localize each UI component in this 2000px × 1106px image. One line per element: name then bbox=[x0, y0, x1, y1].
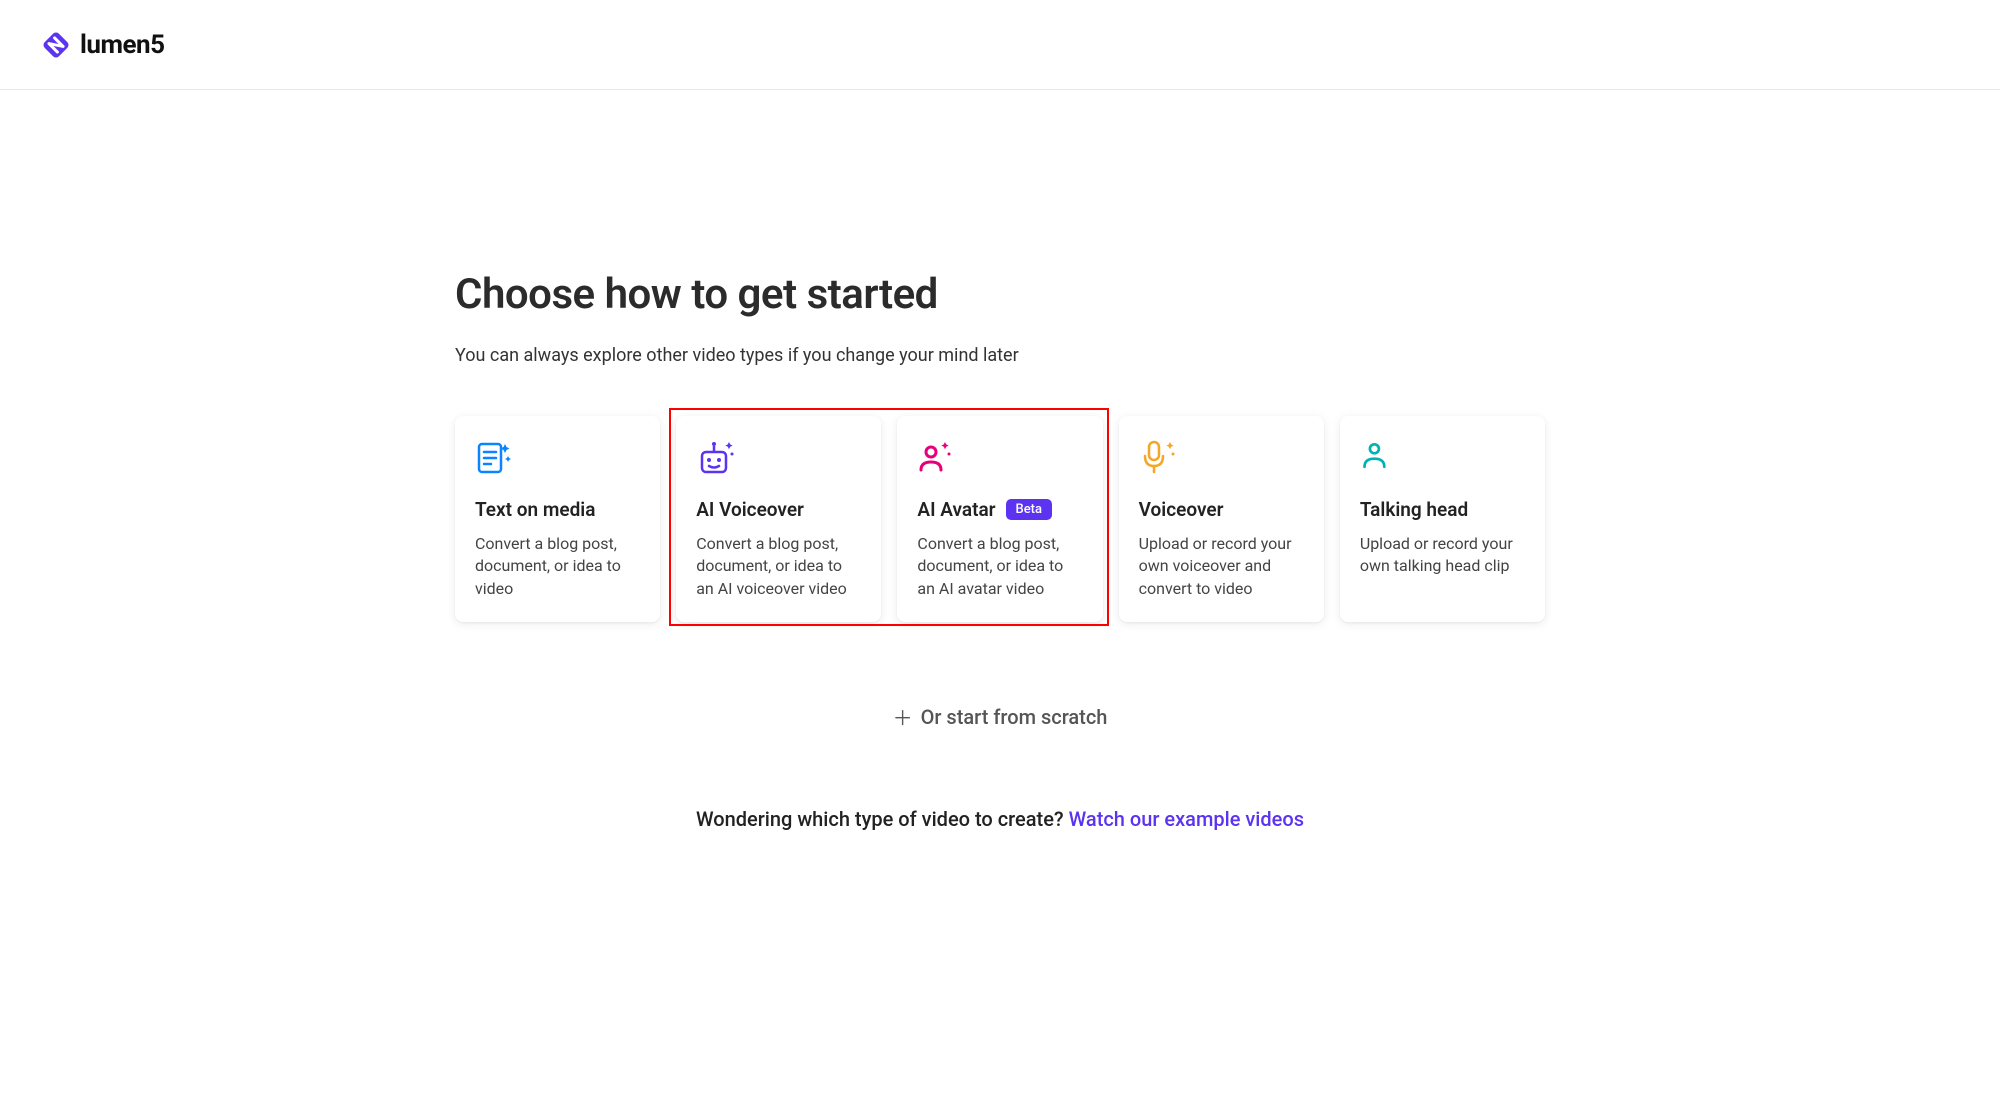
card-title: AI Voiceover bbox=[696, 498, 804, 521]
cards-row: Text on media Convert a blog post, docum… bbox=[455, 416, 1545, 622]
start-from-scratch-label: Or start from scratch bbox=[921, 705, 1108, 729]
watch-examples-link[interactable]: Watch our example videos bbox=[1069, 807, 1304, 831]
card-desc: Convert a blog post, document, or idea t… bbox=[696, 533, 861, 600]
beta-badge: Beta bbox=[1006, 499, 1053, 520]
card-ai-avatar[interactable]: AI Avatar Beta Convert a blog post, docu… bbox=[897, 416, 1102, 622]
card-title: Talking head bbox=[1360, 498, 1468, 521]
page-title: Choose how to get started bbox=[455, 270, 1545, 319]
brand-name: lumen5 bbox=[80, 30, 165, 60]
brand-logo[interactable]: lumen5 bbox=[40, 29, 165, 61]
card-ai-voiceover[interactable]: AI Voiceover Convert a blog post, docume… bbox=[676, 416, 881, 622]
cards-container: Text on media Convert a blog post, docum… bbox=[455, 416, 1545, 622]
card-title: Text on media bbox=[475, 498, 595, 521]
top-bar: lumen5 bbox=[0, 0, 2000, 90]
bot-sparkle-icon bbox=[696, 438, 736, 478]
footer-help: Wondering which type of video to create?… bbox=[455, 807, 1545, 831]
card-title: Voiceover bbox=[1139, 498, 1224, 521]
help-prompt: Wondering which type of video to create? bbox=[696, 807, 1069, 831]
lumen5-logo-icon bbox=[40, 29, 72, 61]
person-icon bbox=[1360, 438, 1400, 478]
card-desc: Convert a blog post, document, or idea t… bbox=[475, 533, 640, 600]
card-title: AI Avatar bbox=[917, 498, 995, 521]
card-talking-head[interactable]: Talking head Upload or record your own t… bbox=[1340, 416, 1545, 622]
plus-icon: ＋ bbox=[893, 702, 913, 731]
start-from-scratch-button[interactable]: ＋ Or start from scratch bbox=[455, 702, 1545, 731]
card-desc: Upload or record your own voiceover and … bbox=[1139, 533, 1304, 600]
card-voiceover[interactable]: Voiceover Upload or record your own voic… bbox=[1119, 416, 1324, 622]
page-subtitle: You can always explore other video types… bbox=[455, 345, 1545, 366]
card-desc: Convert a blog post, document, or idea t… bbox=[917, 533, 1082, 600]
person-sparkle-icon bbox=[917, 438, 957, 478]
card-text-on-media[interactable]: Text on media Convert a blog post, docum… bbox=[455, 416, 660, 622]
microphone-sparkle-icon bbox=[1139, 438, 1179, 478]
card-desc: Upload or record your own talking head c… bbox=[1360, 533, 1525, 578]
document-sparkle-icon bbox=[475, 438, 515, 478]
